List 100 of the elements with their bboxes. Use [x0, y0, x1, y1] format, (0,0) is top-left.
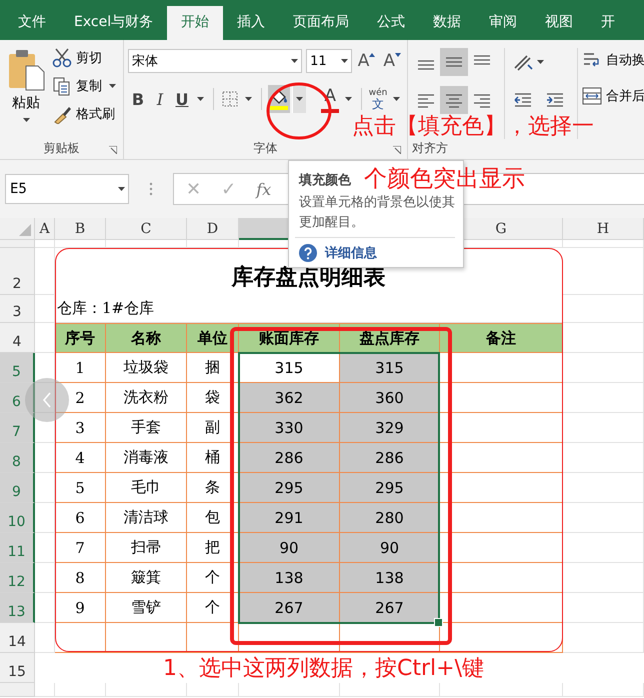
chevron-left-icon: [42, 392, 52, 408]
copy-button[interactable]: 复制: [52, 74, 119, 98]
sheet-cell: [35, 533, 55, 563]
tooltip-title: 填充颜色: [299, 172, 351, 189]
table-cell: 90: [340, 533, 440, 563]
row-header: [0, 240, 35, 248]
help-link[interactable]: 详细信息: [299, 244, 455, 262]
table-cell: 洗衣粉: [106, 383, 187, 413]
table-cell: 330: [239, 413, 340, 443]
italic-button[interactable]: I: [150, 85, 170, 113]
bold-button[interactable]: B: [128, 85, 148, 113]
sheet-cell: [35, 248, 55, 295]
column-heading: 单位: [187, 323, 239, 353]
up-triangle-icon: [369, 53, 376, 57]
sheet-cell: [187, 683, 239, 697]
sheet-cell: [35, 383, 55, 413]
table-cell: 扫帚: [106, 533, 187, 563]
column-header: H: [563, 218, 644, 240]
ribbon-tab[interactable]: 公式: [363, 6, 420, 40]
row-header: [0, 683, 35, 697]
cut-button[interactable]: 剪切: [52, 46, 119, 70]
caret-icon: [536, 60, 544, 64]
lines-icon: [418, 60, 434, 70]
middle-align-button[interactable]: [440, 48, 468, 76]
sheet-cell: [35, 623, 55, 653]
row-header: 12: [0, 563, 35, 593]
table-cell: 个: [187, 593, 239, 623]
table-cell: 9: [55, 593, 106, 623]
table-cell: 消毒液: [106, 443, 187, 473]
table-cell: 1: [55, 353, 106, 383]
ribbon-tab[interactable]: 视图: [531, 6, 588, 40]
table-cell: [187, 623, 239, 653]
table-cell: 副: [187, 413, 239, 443]
sheet-cell: [35, 683, 55, 697]
ribbon-tab[interactable]: 开始: [167, 6, 224, 40]
lines-icon: [446, 57, 462, 67]
table-cell: 桶: [187, 443, 239, 473]
format-painter-button[interactable]: 格式刷: [52, 102, 119, 126]
sheet-cell: [35, 593, 55, 623]
ribbon-tab[interactable]: 文件: [4, 6, 60, 40]
table-cell: 329: [340, 413, 440, 443]
underline-button[interactable]: U: [172, 85, 192, 113]
table-cell: 个: [187, 563, 239, 593]
ribbon-tab[interactable]: 数据: [419, 6, 476, 40]
table-cell: 295: [340, 473, 440, 503]
paste-button[interactable]: 粘贴: [4, 46, 48, 139]
table-cell: 捆: [187, 353, 239, 383]
font-name-field[interactable]: 宋体: [128, 49, 302, 73]
table-cell: 簸箕: [106, 563, 187, 593]
font-size-field[interactable]: 11: [306, 49, 352, 73]
caret-icon: [340, 59, 348, 63]
table-cell: 7: [55, 533, 106, 563]
border-grid-icon: [222, 91, 238, 107]
table-cell: 267: [340, 593, 440, 623]
ribbon-tab[interactable]: 开: [587, 6, 630, 40]
table-cell: 5: [55, 473, 106, 503]
ribbon-tab[interactable]: 页面布局: [279, 6, 364, 40]
previous-button[interactable]: [25, 378, 69, 422]
insert-function-button[interactable]: fx: [256, 180, 272, 198]
callout-text: 1、选中这两列数据，按Ctrl+\键: [163, 658, 484, 680]
table-cell: 条: [187, 473, 239, 503]
sheet-cell: [55, 683, 106, 697]
scissors-icon: [52, 48, 72, 68]
clipboard-icon: [6, 48, 46, 92]
column-heading: 序号: [55, 323, 106, 353]
ribbon-tab[interactable]: 审阅: [475, 6, 532, 40]
callout-text: 点击【填充色】，选择一: [352, 114, 594, 140]
row-header: 10: [0, 503, 35, 533]
sheet-cell: [35, 563, 55, 593]
phonetic-guide-button[interactable]: wén 文: [368, 85, 388, 113]
wrap-text-button[interactable]: 自动换: [582, 48, 644, 72]
caret-icon: [22, 118, 30, 122]
table-cell: 包: [187, 503, 239, 533]
merge-icon: [582, 86, 602, 106]
sheet-cell: [35, 295, 55, 323]
ribbon-tab[interactable]: 插入: [223, 6, 280, 40]
ribbon-tab[interactable]: Excel与财务: [60, 6, 168, 40]
slanted-text-icon: [512, 53, 534, 71]
sheet-cell: [35, 413, 55, 443]
sheet-cell: [35, 503, 55, 533]
fill-handle[interactable]: [434, 618, 443, 627]
row-header: 15: [0, 653, 35, 683]
table-cell: 清洁球: [106, 503, 187, 533]
shrink-font-button[interactable]: A: [381, 51, 403, 71]
sheet-cell: [35, 443, 55, 473]
center-button[interactable]: [440, 86, 468, 114]
down-triangle-icon: [395, 53, 401, 57]
column-heading: 名称: [106, 323, 187, 353]
grow-font-button[interactable]: A: [356, 51, 378, 71]
table-cell: 8: [55, 563, 106, 593]
row-header: 7: [0, 413, 35, 443]
table-cell: 垃圾袋: [106, 353, 187, 383]
table-cell: 把: [187, 533, 239, 563]
brush-icon: [52, 104, 72, 124]
name-box[interactable]: E5: [5, 174, 129, 204]
caret-icon: [244, 97, 252, 101]
caret-icon: [296, 97, 304, 101]
lines-icon: [474, 54, 490, 64]
row-header: 14: [0, 623, 35, 653]
table-cell: 295: [239, 473, 340, 503]
